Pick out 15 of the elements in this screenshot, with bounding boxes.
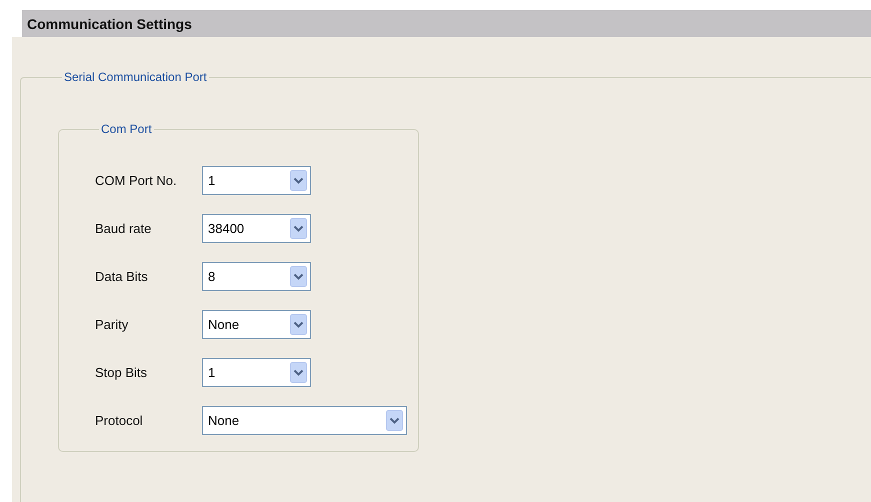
dropdown[interactable]: None [202,406,407,434]
dropdown[interactable]: 38400 [202,214,311,242]
field-label: Parity [95,316,130,332]
dropdown[interactable]: 8 [202,262,311,290]
group-legend: Serial Communication Port [62,70,209,84]
group-legend: Com Port [99,122,154,136]
section-title: Communication Settings [27,16,192,32]
field-label: Protocol [95,412,144,428]
dropdown[interactable]: 1 [202,166,311,194]
field-label: Data Bits [95,268,149,284]
field-label: Stop Bits [95,364,148,380]
field-label: Baud rate [95,220,152,236]
dropdown[interactable]: None [202,310,311,338]
dropdown[interactable]: 1 [202,358,311,386]
field-label: COM Port No. [95,172,178,188]
